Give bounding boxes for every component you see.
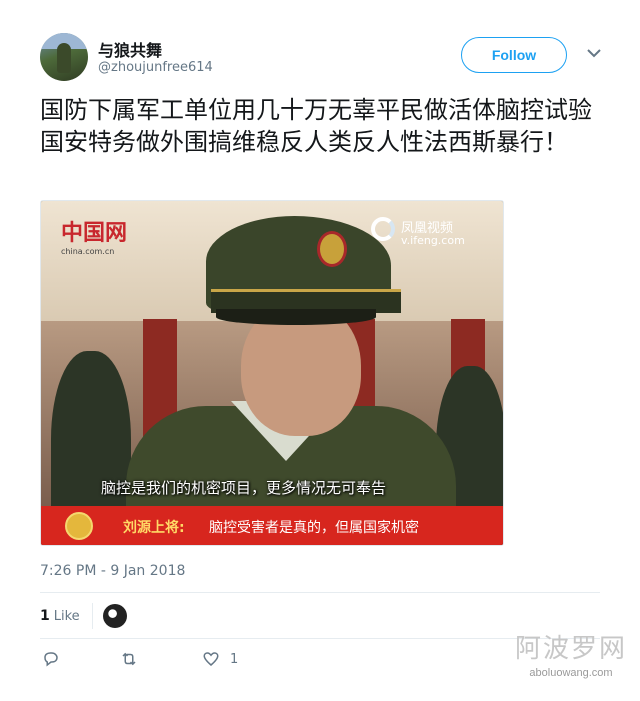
likes-count[interactable]: 1 (40, 608, 50, 624)
likes-label[interactable]: Like (54, 609, 80, 624)
heart-icon (203, 652, 219, 666)
liker-avatar[interactable] (102, 604, 127, 628)
divider (40, 592, 600, 593)
chevron-down-icon[interactable] (583, 42, 605, 64)
retweet-icon (122, 652, 136, 666)
national-emblem-icon (65, 512, 93, 540)
like-count: 1 (230, 651, 239, 667)
tweet-header: 与狼共舞 @zhoujunfree614 Follow (40, 30, 610, 82)
user-avatar[interactable] (40, 33, 88, 81)
reply-icon (44, 652, 58, 667)
retweet-button[interactable] (120, 650, 138, 668)
display-name[interactable]: 与狼共舞 (98, 37, 162, 61)
follow-button[interactable]: Follow (461, 37, 567, 73)
user-handle[interactable]: @zhoujunfree614 (98, 60, 213, 75)
lower-third-speaker: 刘源上将: (123, 520, 185, 536)
lower-third-text: 脑控受害者是真的，但属国家机密 (209, 520, 419, 536)
reply-button[interactable] (42, 650, 60, 668)
likes-row: 1 Like (40, 603, 127, 629)
aboluowang-watermark: 阿波罗网 aboluowang.com (514, 634, 627, 679)
like-button[interactable]: 1 (202, 650, 238, 668)
video-subtitle: 脑控是我们的机密项目，更多情况无可奉告 (101, 479, 387, 497)
tweet-media-image[interactable]: 中国网 china.com.cn 凤凰视频 v.ifeng.com 脑控是我们的… (40, 200, 504, 546)
china-net-logo: 中国网 china.com.cn (61, 220, 128, 256)
lower-third-bar: 刘源上将: 脑控受害者是真的，但属国家机密 (41, 506, 503, 545)
tweet-text: 国防下属军工单位用几十万无辜平民做活体脑控试验国安特务做外围搞维稳反人类反人性法… (40, 96, 592, 156)
tweet-timestamp[interactable]: 7:26 PM - 9 Jan 2018 (40, 563, 185, 579)
